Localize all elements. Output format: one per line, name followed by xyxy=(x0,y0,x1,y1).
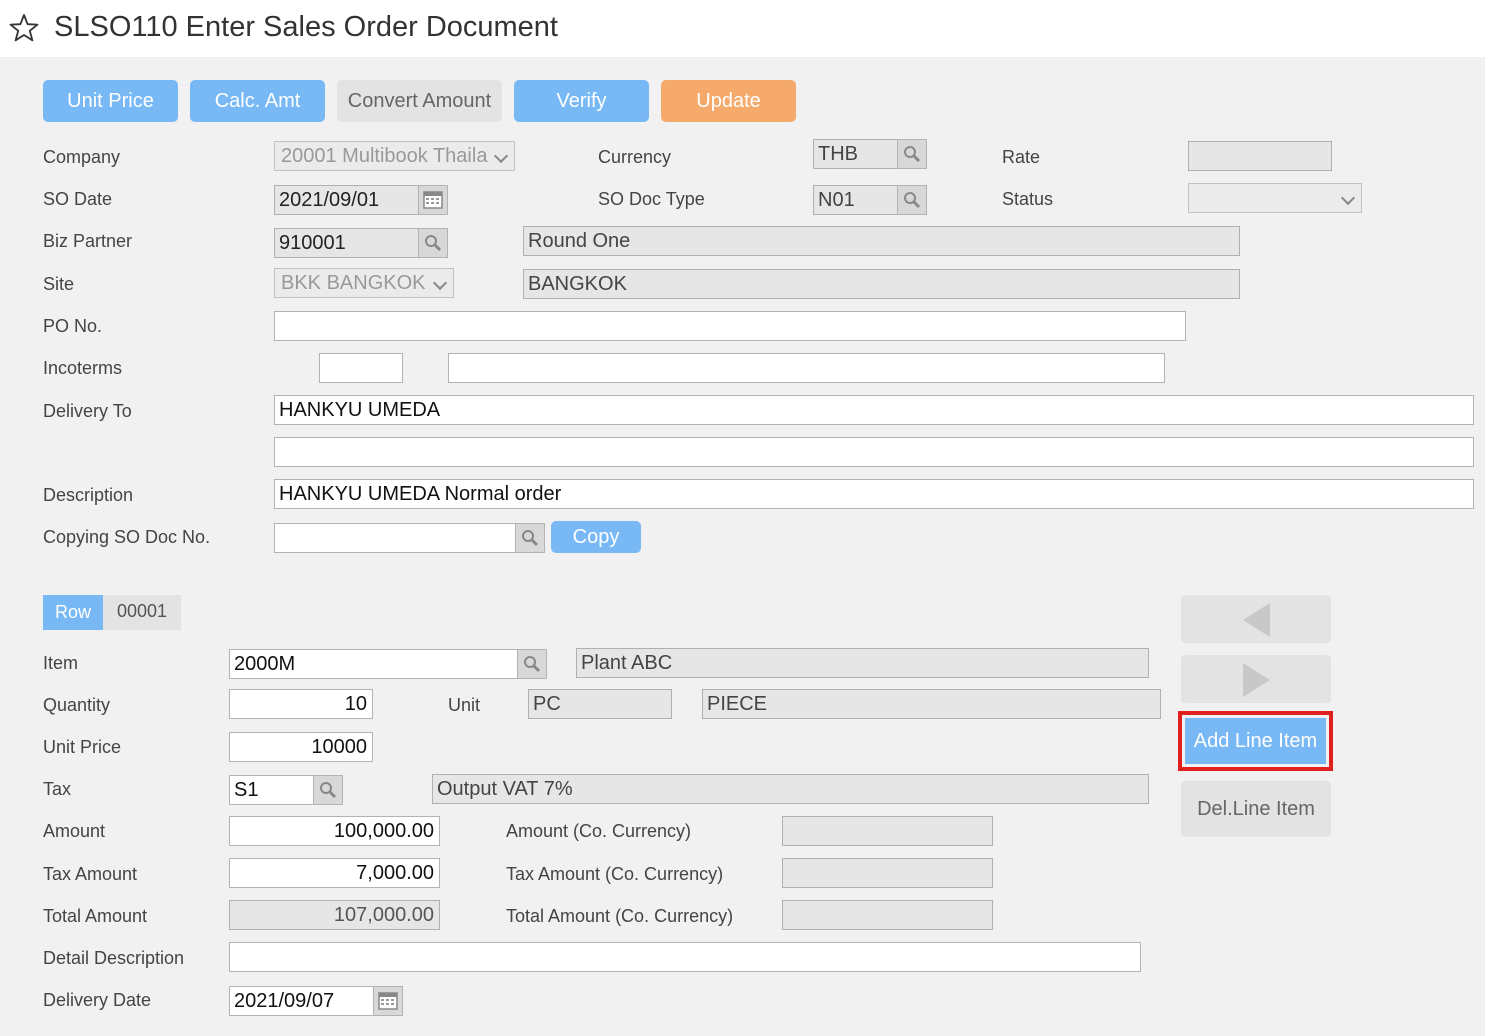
total-amount-co-field xyxy=(782,900,993,930)
quantity-input[interactable]: 10 xyxy=(229,689,373,719)
rate-label: Rate xyxy=(1002,147,1041,167)
so-doc-type-label: SO Doc Type xyxy=(598,189,705,209)
item-search-button[interactable] xyxy=(517,649,547,679)
arrow-left-icon xyxy=(1243,603,1270,637)
so-date-label: SO Date xyxy=(43,189,113,209)
next-row-button[interactable] xyxy=(1181,655,1331,703)
amount-co-label: Amount (Co. Currency) xyxy=(506,821,692,841)
delivery-to-line1-input[interactable]: HANKYU UMEDA xyxy=(274,395,1474,425)
delivery-to-label: Delivery To xyxy=(43,401,132,421)
total-amount-field: 107,000.00 xyxy=(229,900,440,930)
description-input[interactable]: HANKYU UMEDA Normal order xyxy=(274,479,1474,509)
currency-field[interactable]: THB xyxy=(813,139,898,169)
del-line-item-button[interactable]: Del.Line Item xyxy=(1181,781,1331,837)
tax-amount-input[interactable]: 7,000.00 xyxy=(229,858,440,888)
calendar-icon xyxy=(423,191,443,209)
so-date-calendar-button[interactable] xyxy=(418,185,448,215)
item-label: Item xyxy=(43,653,79,673)
add-line-item-button[interactable]: Add Line Item xyxy=(1185,718,1326,764)
so-date-field[interactable]: 2021/09/01 xyxy=(274,185,419,215)
copying-so-label: Copying SO Doc No. xyxy=(43,527,211,547)
tax-search-button[interactable] xyxy=(313,775,343,805)
copying-so-search-button[interactable] xyxy=(515,523,545,553)
incoterms-code-input[interactable] xyxy=(319,353,403,383)
so-doc-type-search-button[interactable] xyxy=(897,185,927,215)
unit-name-field: PIECE xyxy=(702,689,1161,719)
calc-amt-button[interactable]: Calc. Amt xyxy=(190,80,325,122)
biz-partner-name-field: Round One xyxy=(523,226,1240,256)
biz-partner-label: Biz Partner xyxy=(43,231,133,251)
incoterms-label: Incoterms xyxy=(43,358,123,378)
currency-search-button[interactable] xyxy=(897,139,927,169)
prev-row-button[interactable] xyxy=(1181,595,1331,643)
amount-label: Amount xyxy=(43,821,106,841)
total-amount-label: Total Amount xyxy=(43,906,148,926)
company-label: Company xyxy=(43,147,121,167)
tax-code-input[interactable]: S1 xyxy=(229,775,314,805)
copy-button[interactable]: Copy xyxy=(551,521,641,553)
delivery-date-calendar-button[interactable] xyxy=(373,986,403,1016)
unit-price-input[interactable]: 10000 xyxy=(229,732,373,762)
site-name-field: BANGKOK xyxy=(523,269,1240,299)
tax-name-field: Output VAT 7% xyxy=(432,774,1149,804)
delivery-to-line2-input[interactable] xyxy=(274,437,1474,467)
row-tab[interactable]: Row xyxy=(43,595,103,630)
verify-button[interactable]: Verify xyxy=(514,80,649,122)
star-icon[interactable] xyxy=(8,12,40,44)
item-name-field: Plant ABC xyxy=(576,648,1149,678)
title-bar: SLSO110 Enter Sales Order Document xyxy=(0,0,1485,57)
unit-price-button[interactable]: Unit Price xyxy=(43,80,178,122)
chevron-down-icon xyxy=(493,148,509,164)
page-title: SLSO110 Enter Sales Order Document xyxy=(54,11,558,43)
company-select[interactable]: 20001 Multibook Thaila xyxy=(274,141,515,171)
tax-amount-label: Tax Amount xyxy=(43,864,138,884)
detail-description-label: Detail Description xyxy=(43,948,185,968)
quantity-label: Quantity xyxy=(43,695,111,715)
search-icon xyxy=(425,235,442,252)
item-input[interactable]: 2000M xyxy=(229,649,518,679)
unit-label: Unit xyxy=(448,695,481,715)
po-no-label: PO No. xyxy=(43,316,103,336)
update-button[interactable]: Update xyxy=(661,80,796,122)
po-no-input[interactable] xyxy=(274,311,1186,341)
so-doc-type-field[interactable]: N01 xyxy=(813,185,898,215)
tax-amount-co-label: Tax Amount (Co. Currency) xyxy=(506,864,724,884)
unit-price-label: Unit Price xyxy=(43,737,122,757)
tax-amount-co-field xyxy=(782,858,993,888)
site-label: Site xyxy=(43,274,75,294)
search-icon xyxy=(904,146,921,163)
search-icon xyxy=(524,656,541,673)
unit-code-field: PC xyxy=(528,689,672,719)
arrow-right-icon xyxy=(1243,663,1270,697)
row-number: 00001 xyxy=(103,595,181,630)
delivery-date-input[interactable]: 2021/09/07 xyxy=(229,986,375,1016)
add-line-item-highlight: Add Line Item xyxy=(1178,711,1333,771)
currency-label: Currency xyxy=(598,147,672,167)
description-label: Description xyxy=(43,485,134,505)
search-icon xyxy=(522,530,539,547)
biz-partner-field[interactable]: 910001 xyxy=(274,228,419,258)
delivery-date-label: Delivery Date xyxy=(43,990,152,1010)
calendar-icon xyxy=(378,992,398,1010)
chevron-down-icon xyxy=(432,275,448,291)
status-label: Status xyxy=(1002,189,1054,209)
chevron-down-icon xyxy=(1340,190,1356,206)
convert-amount-button[interactable]: Convert Amount xyxy=(337,80,502,122)
total-amount-co-label: Total Amount (Co. Currency) xyxy=(506,906,734,926)
site-value: BKK BANGKOK xyxy=(281,272,426,294)
detail-description-input[interactable] xyxy=(229,942,1141,972)
biz-partner-search-button[interactable] xyxy=(418,228,448,258)
search-icon xyxy=(320,782,337,799)
copying-so-input[interactable] xyxy=(274,523,516,553)
status-select[interactable] xyxy=(1188,183,1362,213)
rate-field[interactable] xyxy=(1188,141,1332,171)
amount-input[interactable]: 100,000.00 xyxy=(229,816,440,846)
tax-label: Tax xyxy=(43,779,72,799)
incoterms-desc-input[interactable] xyxy=(448,353,1165,383)
amount-co-field xyxy=(782,816,993,846)
search-icon xyxy=(904,192,921,209)
company-value: 20001 Multibook Thaila xyxy=(281,145,488,167)
site-select[interactable]: BKK BANGKOK xyxy=(274,268,454,298)
